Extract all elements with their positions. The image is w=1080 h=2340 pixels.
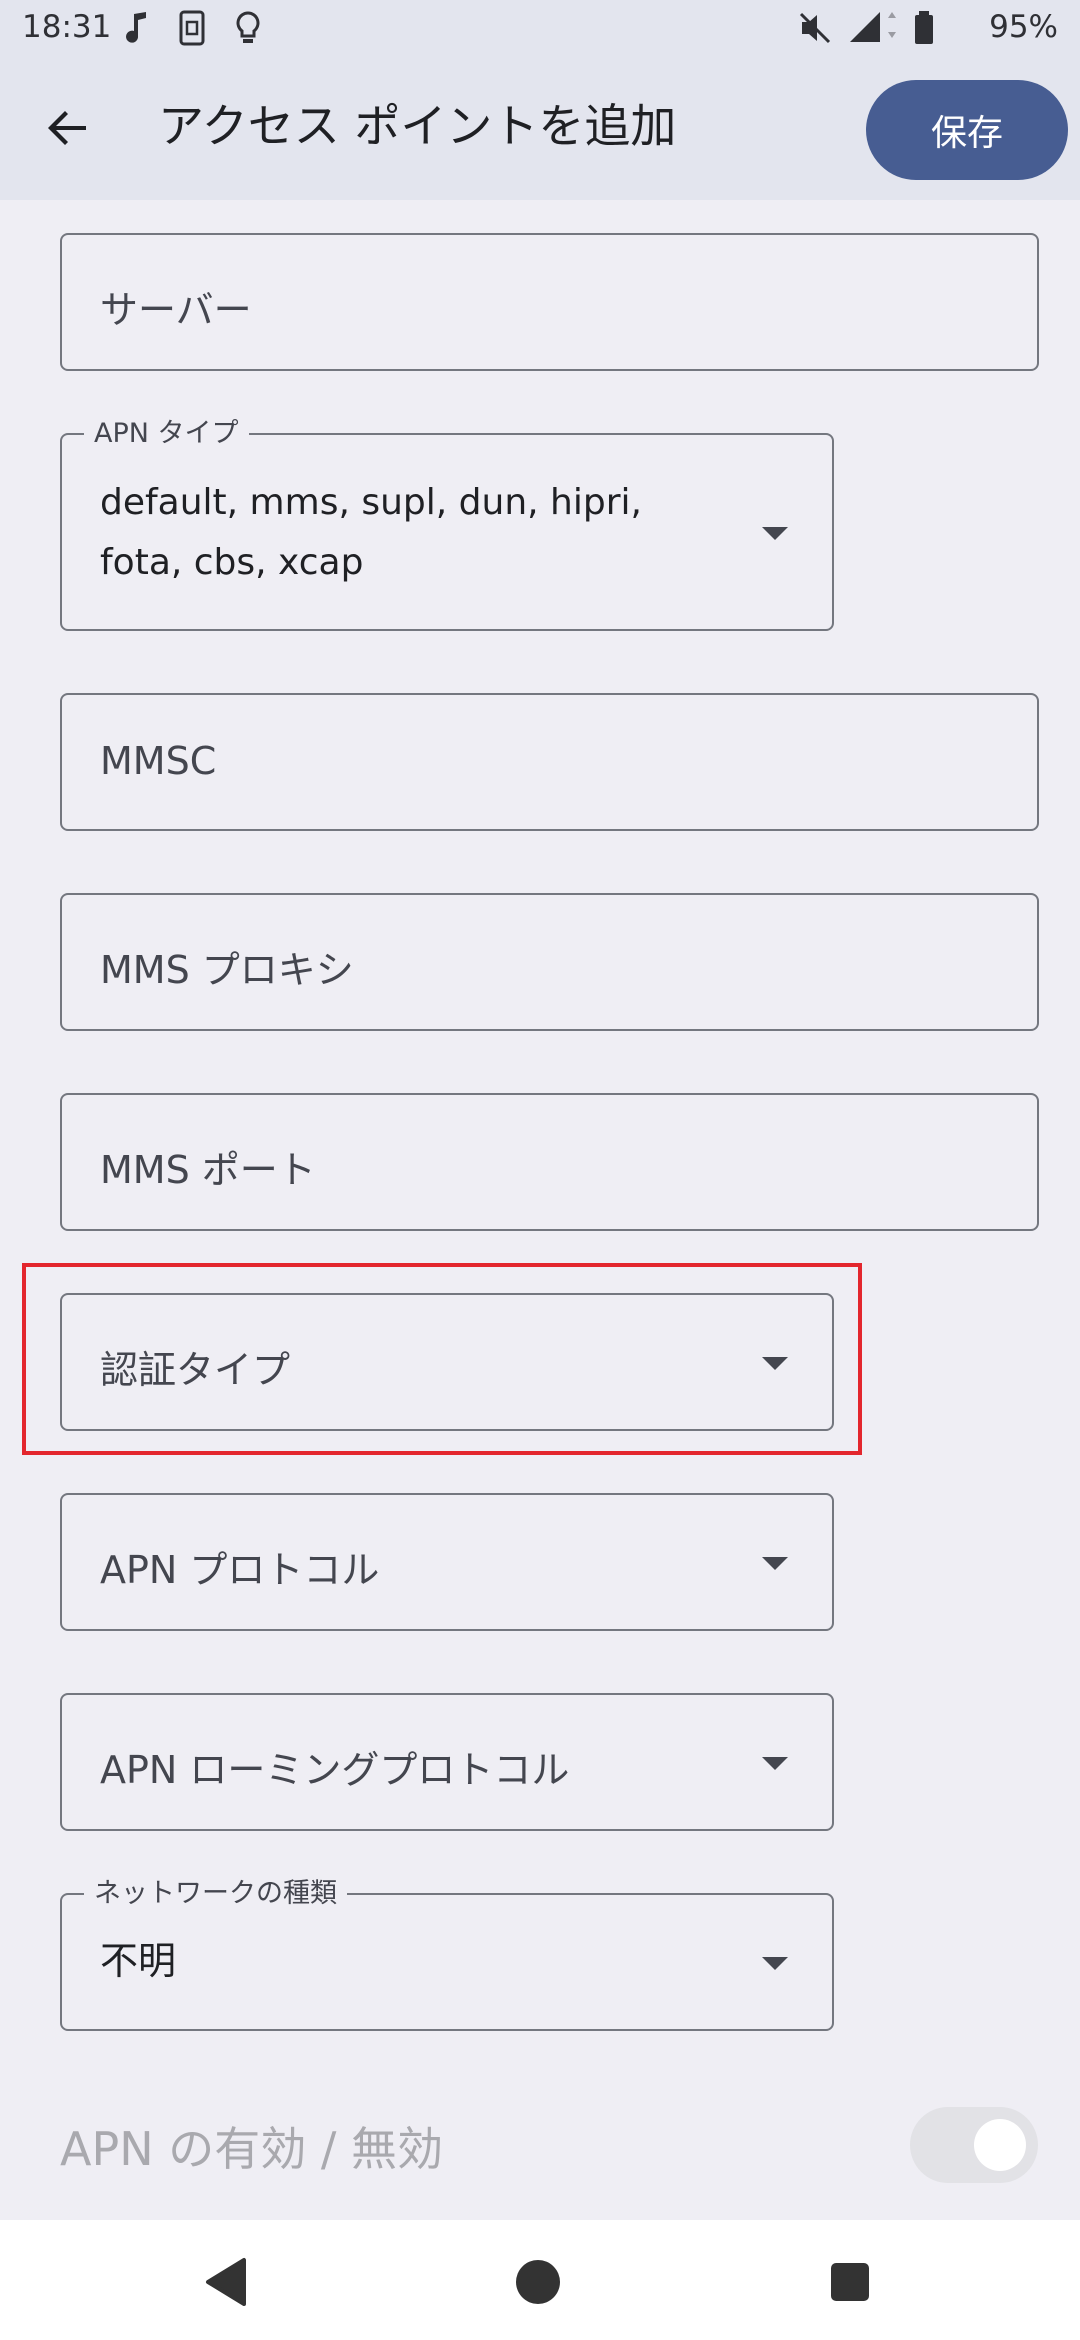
mmsc-field[interactable]: MMSC [60,693,1039,831]
mmsc-placeholder: MMSC [100,739,217,783]
apn-type-value-line2: fota, cbs, xcap [100,542,364,583]
chevron-down-icon [762,1357,788,1370]
lightbulb-icon [234,10,262,54]
apn-enable-toggle[interactable] [910,2107,1038,2183]
apn-enable-label: APN の有効 / 無効 [60,2122,443,2176]
apn-protocol-dropdown[interactable]: APN プロトコル [60,1493,834,1631]
app-bar: アクセス ポイントを追加 保存 [0,56,1080,200]
save-button[interactable]: 保存 [866,80,1068,180]
network-type-value: 不明 [100,1939,177,1983]
nav-recents-button[interactable] [810,2242,890,2322]
auth-type-dropdown[interactable]: 認証タイプ [60,1293,834,1431]
network-type-dropdown[interactable]: ネットワークの種類 不明 [60,1878,834,2031]
nfc-icon [178,10,206,54]
apn-type-value-line1: default, mms, supl, dun, hipri, [100,482,642,523]
music-note-icon [124,10,150,54]
mms-proxy-field[interactable]: MMS プロキシ [60,893,1039,1031]
network-type-label: ネットワークの種類 [84,1878,347,1910]
square-recents-icon [831,2263,869,2301]
server-placeholder: サーバー [100,288,252,332]
nav-home-button[interactable] [498,2242,578,2322]
triangle-back-icon [206,2258,246,2306]
arrow-back-icon [48,111,86,145]
apn-protocol-placeholder: APN プロトコル [100,1548,380,1592]
mms-proxy-placeholder: MMS プロキシ [100,948,354,992]
apn-type-label: APN タイプ [84,418,249,450]
chevron-down-icon [762,527,788,540]
status-bar: 18:31 95% [0,0,1080,56]
apn-roaming-protocol-placeholder: APN ローミングプロトコル [100,1748,570,1792]
battery-icon [913,10,935,54]
mms-port-field[interactable]: MMS ポート [60,1093,1039,1231]
auth-type-placeholder: 認証タイプ [100,1348,291,1392]
nav-back-button[interactable] [186,2242,266,2322]
status-time: 18:31 [22,9,112,45]
page-title: アクセス ポイントを追加 [158,99,677,153]
battery-percent: 95% [989,9,1058,45]
mute-icon [798,10,832,54]
signal-icon [846,10,900,54]
apn-roaming-protocol-dropdown[interactable]: APN ローミングプロトコル [60,1693,834,1831]
server-field[interactable]: サーバー [60,233,1039,371]
navigation-bar [0,2220,1080,2340]
chevron-down-icon [762,1957,788,1970]
apn-type-dropdown[interactable]: APN タイプ default, mms, supl, dun, hipri, … [60,418,834,631]
mms-port-placeholder: MMS ポート [100,1148,316,1192]
circle-home-icon [516,2260,560,2304]
toggle-knob [974,2119,1026,2171]
chevron-down-icon [762,1557,788,1570]
back-button[interactable] [36,96,100,160]
chevron-down-icon [762,1757,788,1770]
